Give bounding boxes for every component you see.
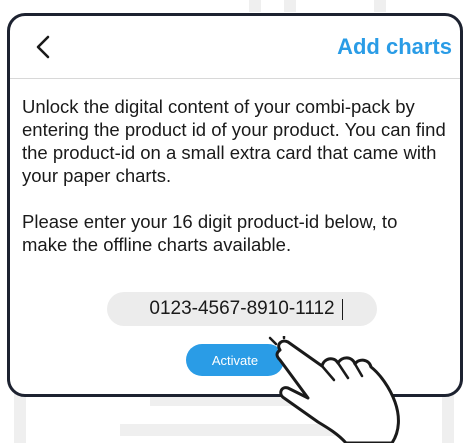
back-button[interactable]	[30, 30, 60, 64]
text-caret	[342, 299, 343, 320]
product-id-input[interactable]	[107, 292, 377, 326]
chevron-left-icon	[36, 35, 50, 59]
add-charts-title[interactable]: Add charts	[337, 34, 452, 60]
header-bar: Add charts	[10, 16, 460, 79]
activate-button[interactable]: Activate	[186, 344, 284, 376]
instruction-paragraph-1: Unlock the digital content of your combi…	[22, 96, 446, 186]
instruction-paragraph-2: Please enter your 16 digit product-id be…	[22, 211, 398, 255]
phone-screen: Add charts Unlock the digital content of…	[7, 13, 463, 397]
instructions: Unlock the digital content of your combi…	[22, 95, 447, 256]
